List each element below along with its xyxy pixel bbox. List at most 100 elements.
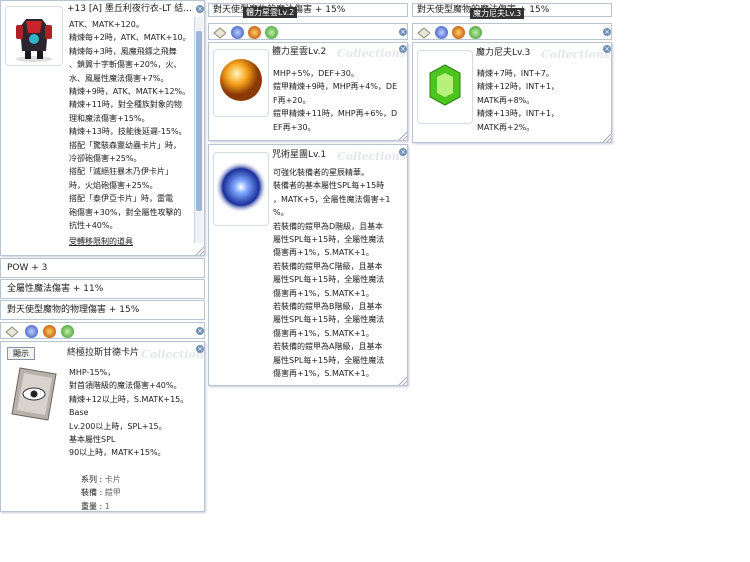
desc-line: 精煉+13時，技能後延遲-15%。	[69, 127, 187, 137]
desc-line: 可強化裝備者的星辰精華。	[273, 168, 369, 177]
close-icon[interactable]: ×	[603, 28, 611, 36]
slot-green-gem-icon[interactable]	[61, 325, 74, 338]
desc-line: %。	[273, 208, 289, 218]
enchant-slots-mid: ×	[208, 23, 408, 40]
desc-line: MHP-15%，	[69, 368, 116, 377]
close-icon[interactable]: ×	[399, 45, 407, 53]
desc-line: 基本屬性SPL	[69, 435, 116, 445]
watermark: Collections	[337, 47, 406, 60]
desc-line: EF再+30。	[273, 122, 316, 132]
card-image	[6, 364, 62, 424]
enchant-window-2: 咒術星團Lv.1 Collections × 可強化裝備者的星辰精華。 裝備者的…	[208, 144, 408, 386]
card-icon	[11, 367, 57, 421]
close-icon[interactable]: ×	[196, 345, 204, 353]
desc-line: 、鎖翼十字斬傷害+20%，火、	[69, 60, 182, 70]
close-icon[interactable]: ×	[196, 327, 204, 335]
enchant-image	[213, 49, 269, 117]
desc-line: ATK、MATK+120。	[69, 20, 144, 29]
slot-blue-orb-icon[interactable]	[25, 325, 38, 338]
enchant-description: MHP+5%，DEF+30。 鎧甲精煉+9時，MHP再+4%，DE F再+20。…	[273, 67, 405, 134]
desc-line: 若裝備的鎧甲為A階級，且基本	[273, 342, 383, 352]
watermark: Collections	[541, 48, 610, 61]
desc-line: 屬性SPL每+15時，全屬性魔法	[273, 235, 385, 245]
star-cluster-icon	[215, 161, 267, 213]
desc-line: 搭配「泰伊亞卡片」時，雷電	[69, 194, 173, 204]
item-title: +13 [A] 墨丘利夜行衣-LT 結...	[67, 4, 192, 14]
desc-line: 傷害再+1%，S.MATK+1。	[273, 369, 374, 379]
desc-line: 屬性SPL每+15時，全屬性魔法	[273, 355, 385, 365]
desc-line: 搭配「滅絕狂暴木乃伊卡片」	[69, 167, 173, 177]
resize-grip-icon[interactable]	[196, 247, 204, 255]
enchant-slots: ×	[0, 322, 205, 339]
desc-line: 理和魔法傷害+15%。	[69, 113, 150, 123]
enchant-image	[213, 152, 269, 226]
slot-blue-orb-icon[interactable]	[231, 26, 244, 39]
desc-line: 傷害再+1%，S.MATK+1。	[273, 328, 374, 338]
slot-orange-orb-icon[interactable]	[248, 26, 261, 39]
option-pow: POW + 3	[0, 258, 205, 278]
desc-line: 精煉+11時，對全種族對象的物	[69, 100, 182, 110]
desc-line: 屬性SPL每+15時，全屬性魔法	[273, 275, 385, 285]
enchant-window-3: 魔力尼夫Lv.3 Collections × 精煉+7時，INT+7。 精煉+1…	[412, 42, 612, 143]
enchant-description: 可強化裝備者的星辰精華。 裝備者的基本屬性SPL每+15時 ，MATK+5，全屬…	[273, 166, 405, 381]
show-button[interactable]: 顯示	[7, 347, 35, 360]
close-icon[interactable]: ×	[399, 148, 407, 156]
desc-line: 屬性SPL每+15時，全屬性魔法	[273, 315, 385, 325]
card-title: 終極拉斯甘德卡片	[67, 348, 140, 358]
item-info-window: +13 [A] 墨丘利夜行衣-LT 結... × ATK、MATK+120。 精…	[0, 0, 205, 256]
desc-line: 搭配「驚駭森靈幼蟲卡片」時，	[69, 140, 181, 150]
close-icon[interactable]: ×	[196, 5, 204, 13]
desc-line: 砲傷害+30%，對全屬性攻擊的	[69, 207, 182, 217]
desc-line: F再+20。	[273, 95, 311, 105]
slot-empty-icon[interactable]	[5, 325, 18, 338]
tooltip: 體力星雲Lv.2	[243, 7, 298, 18]
desc-line: 鎧甲精煉+11時，MHP再+6%，D	[273, 109, 398, 119]
desc-line: MATK再+2%。	[477, 122, 535, 132]
close-icon[interactable]: ×	[399, 28, 407, 36]
option-physical-damage: 對天使型魔物的物理傷害 + 15%	[0, 300, 205, 320]
desc-line: 傷害再+1%，S.MATK+1。	[273, 248, 374, 258]
desc-line: 傷害再+1%，S.MATK+1。	[273, 288, 374, 298]
enchant-slots-right: ×	[412, 23, 612, 40]
desc-line: 若裝備的鎧甲為B階級，且基本	[273, 302, 383, 312]
slot-blue-orb-icon[interactable]	[435, 26, 448, 39]
card-info-window: 顯示 終極拉斯甘德卡片 Collections × MHP-15%， 對首領階級…	[0, 341, 205, 512]
enchant-description: 精煉+7時，INT+7。 精煉+12時，INT+1， MATK再+8%。 精煉+…	[477, 67, 609, 134]
close-icon[interactable]: ×	[603, 45, 611, 53]
desc-line: 精煉+12時，INT+1，	[477, 82, 559, 92]
watermark: Collections	[337, 150, 406, 163]
desc-line: Lv.200以上時，SPL+15。	[69, 421, 167, 431]
desc-line: 裝備者的基本屬性SPL每+15時	[273, 181, 385, 191]
slot-orange-orb-icon[interactable]	[452, 26, 465, 39]
desc-line: 若裝備的鎧甲為D階級，且基本	[273, 221, 384, 231]
attr-row: 重量 : 1	[81, 501, 110, 511]
restriction-link[interactable]: 受轉移限制的道具	[69, 235, 193, 248]
item-description: ATK、MATK+120。 精煉每+2時，ATK、MATK+10。 精煉每+3時…	[69, 18, 193, 248]
desc-line: 水、風屬性魔法傷害+7%。	[69, 73, 169, 83]
resize-grip-icon[interactable]	[399, 132, 407, 140]
scroll-thumb[interactable]	[196, 31, 202, 211]
green-gem-icon	[429, 64, 461, 106]
option-magic-angel: 對天使型魔物的魔法傷害 + 15%	[208, 3, 408, 17]
desc-line: MHP+5%，DEF+30。	[273, 69, 359, 78]
slot-orange-orb-icon[interactable]	[43, 325, 56, 338]
desc-line: 對首領階級的魔法傷害+40%。	[69, 381, 182, 391]
desc-line: 精煉每+3時，風魔飛鏢之飛舞	[69, 46, 177, 56]
attr-row: 系列 : 卡片	[81, 474, 121, 484]
slot-empty-icon[interactable]	[417, 26, 430, 39]
desc-line: 抗性+40%。	[69, 221, 118, 231]
tooltip: 魔力尼夫Lv.3	[470, 8, 525, 19]
enchant-image	[417, 50, 473, 124]
resize-grip-icon[interactable]	[603, 134, 611, 142]
desc-line: 鎧甲精煉+9時，MHP再+4%，DE	[273, 82, 398, 92]
desc-line: 時，火焰砲傷害+25%。	[69, 180, 158, 190]
desc-line: 精煉+9時，ATK、MATK+12%。	[69, 87, 191, 97]
attr-row: 裝備 : 鎧甲	[81, 488, 121, 498]
slot-empty-icon[interactable]	[213, 26, 226, 39]
resize-grip-icon[interactable]	[399, 377, 407, 385]
card-description: MHP-15%， 對首領階級的魔法傷害+40%。 精煉+12以上時，S.MATK…	[69, 366, 199, 511]
slot-green-gem-icon[interactable]	[265, 26, 278, 39]
enchant-window-1: 體力星雲Lv.2 Collections × MHP+5%，DEF+30。 鎧甲…	[208, 42, 408, 141]
scrollbar[interactable]	[194, 17, 203, 243]
slot-green-gem-icon[interactable]	[469, 26, 482, 39]
